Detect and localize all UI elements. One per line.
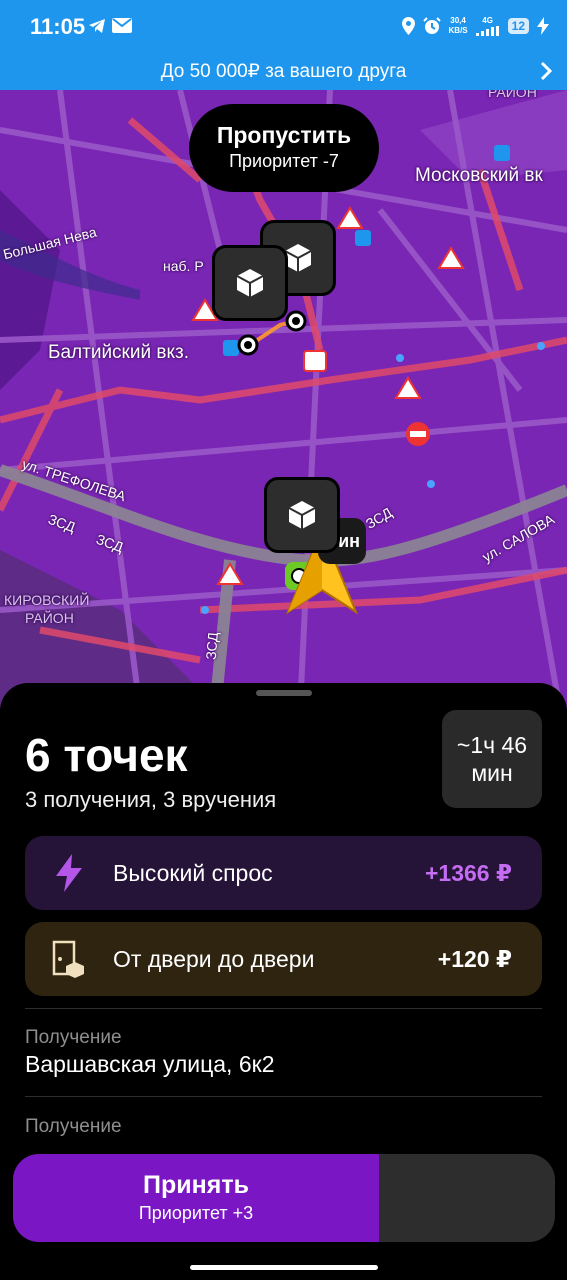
divider bbox=[25, 1008, 542, 1009]
pickup-address: Варшавская улица, 6к2 bbox=[25, 1051, 275, 1077]
charging-icon bbox=[537, 17, 549, 35]
skip-title: Пропустить bbox=[216, 122, 352, 148]
status-time: 11:05 bbox=[30, 14, 86, 39]
skip-order-bubble[interactable]: Пропустить Приоритет -7 bbox=[189, 104, 379, 192]
battery-level: 12 bbox=[507, 18, 529, 34]
parcel-icon bbox=[288, 501, 316, 529]
order-points-subtitle: 3 получения, 3 вручения bbox=[25, 787, 277, 812]
bonus-label: От двери до двери bbox=[113, 945, 315, 972]
bonus-door-to-door[interactable]: От двери до двери +120 ₽ bbox=[25, 922, 542, 996]
divider bbox=[25, 1096, 542, 1097]
bonus-value: +1366 ₽ bbox=[425, 859, 512, 886]
net-speed: 30,4 KB/S bbox=[448, 16, 468, 35]
sheet-drag-handle[interactable] bbox=[256, 690, 312, 696]
estimated-time-unit: мин bbox=[471, 760, 513, 786]
parcel-pin-2[interactable] bbox=[212, 245, 288, 321]
location-icon bbox=[401, 17, 415, 35]
door-parcel-icon bbox=[49, 939, 89, 979]
chevron-right-icon bbox=[540, 61, 553, 81]
telegram-icon bbox=[89, 19, 105, 33]
map-view[interactable]: Московский вк Большая Нева наб. Р Балтий… bbox=[0, 90, 567, 710]
bonus-high-demand[interactable]: Высокий спрос +1366 ₽ bbox=[25, 836, 542, 910]
mail-icon bbox=[112, 18, 132, 33]
signal-indicator: 4G bbox=[475, 16, 500, 36]
accept-button[interactable]: Принять Приоритет +3 bbox=[13, 1154, 379, 1242]
lightning-icon bbox=[49, 853, 89, 893]
estimated-time: ~1ч 46 мин bbox=[442, 710, 542, 808]
map-label-baltiysky: Балтийский вкз. bbox=[48, 342, 189, 363]
bonus-value: +120 ₽ bbox=[437, 945, 512, 972]
pickup-label: Получение bbox=[25, 1027, 122, 1048]
order-sheet: 6 точек 3 получения, 3 вручения ~1ч 46 м… bbox=[0, 683, 567, 1280]
accept-title: Принять bbox=[143, 1171, 249, 1199]
order-points-title: 6 точек bbox=[25, 729, 188, 781]
estimated-time-value: ~1ч 46 bbox=[456, 732, 528, 758]
parcel-icon bbox=[236, 269, 264, 297]
map-label-kirovsky: КИРОВСКИЙ bbox=[4, 592, 90, 608]
map-label-rayon-top: РАЙОН bbox=[488, 90, 537, 100]
status-bar: 11:05 30,4 KB/S 4G 12 bbox=[0, 0, 567, 52]
map-label-moskovsky: Московский вк bbox=[415, 165, 543, 186]
accept-slider[interactable]: Принять Приоритет +3 bbox=[13, 1154, 555, 1242]
referral-banner[interactable]: До 50 000₽ за вашего друга bbox=[0, 52, 567, 90]
map-label-rayon: РАЙОН bbox=[25, 610, 74, 626]
alarm-icon bbox=[422, 17, 441, 34]
parcel-pin-3[interactable] bbox=[264, 477, 340, 553]
referral-text: До 50 000₽ за вашего друга bbox=[160, 60, 407, 82]
home-indicator[interactable] bbox=[190, 1265, 378, 1270]
map-label-naberezhnaya: наб. Р bbox=[163, 258, 204, 274]
bonus-label: Высокий спрос bbox=[113, 859, 273, 886]
map-label-zsd-vertical: ЗСД bbox=[202, 631, 221, 661]
skip-priority: Приоритет -7 bbox=[229, 151, 339, 171]
accept-priority: Приоритет +3 bbox=[138, 1203, 254, 1223]
pickup-label-2: Получение bbox=[25, 1116, 122, 1137]
signal-icon bbox=[475, 26, 499, 36]
